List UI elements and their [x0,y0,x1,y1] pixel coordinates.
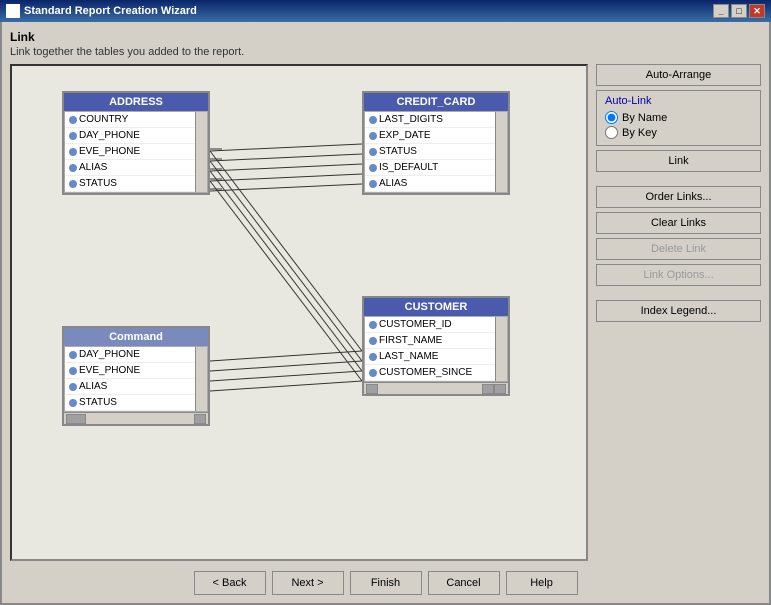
back-button[interactable]: < Back [194,571,266,595]
diagram-canvas[interactable]: ADDRESS COUNTRY DAY_PHONE EVE_PHONE ALIA… [10,64,588,561]
window-controls: _ □ ✕ [713,4,765,18]
field-row: DAY_PHONE [65,347,195,363]
table-address[interactable]: ADDRESS COUNTRY DAY_PHONE EVE_PHONE ALIA… [62,91,210,195]
delete-link-button[interactable]: Delete Link [596,238,761,260]
field-row: COUNTRY [65,112,195,128]
auto-link-title: Auto-Link [605,95,752,107]
help-button[interactable]: Help [506,571,578,595]
footer: < Back Next > Finish Cancel Help [10,567,761,595]
close-btn[interactable]: ✕ [749,4,765,18]
section-title: Link [10,30,761,44]
by-key-label: By Key [622,127,657,139]
scrollbar-v[interactable] [495,317,507,381]
next-button[interactable]: Next > [272,571,344,595]
right-panel: Auto-Arrange Auto-Link By Name By Key Li… [596,64,761,561]
scrollbar-v[interactable] [195,347,207,411]
scrollbar-v[interactable] [195,112,207,192]
table-address-header: ADDRESS [64,93,208,111]
scrollbar-v[interactable] [495,112,507,192]
field-row: STATUS [65,176,195,192]
by-name-row: By Name [605,111,752,124]
section-subtitle: Link together the tables you added to th… [10,46,761,58]
field-row: FIRST_NAME [365,333,495,349]
by-key-row: By Key [605,126,752,139]
window-title: Standard Report Creation Wizard [24,5,197,17]
field-row: STATUS [365,144,495,160]
field-row: ALIAS [365,176,495,192]
table-customer[interactable]: CUSTOMER CUSTOMER_ID FIRST_NAME LAST_NAM… [362,296,510,396]
table-command-header: Command [64,328,208,346]
maximize-btn[interactable]: □ [731,4,747,18]
field-row: IS_DEFAULT [365,160,495,176]
field-row: EXP_DATE [365,128,495,144]
field-row: EVE_PHONE [65,363,195,379]
auto-arrange-button[interactable]: Auto-Arrange [596,64,761,86]
finish-button[interactable]: Finish [350,571,422,595]
clear-links-button[interactable]: Clear Links [596,212,761,234]
by-name-label: By Name [622,112,667,124]
header-section: Link Link together the tables you added … [10,30,761,58]
cancel-button[interactable]: Cancel [428,571,500,595]
by-name-radio[interactable] [605,111,618,124]
table-credit-card-header: CREDIT_CARD [364,93,508,111]
table-credit-card[interactable]: CREDIT_CARD LAST_DIGITS EXP_DATE STATUS … [362,91,510,195]
order-links-button[interactable]: Order Links... [596,186,761,208]
field-row: LAST_DIGITS [365,112,495,128]
index-legend-button[interactable]: Index Legend... [596,300,761,322]
table-command[interactable]: Command DAY_PHONE EVE_PHONE ALIAS STATUS [62,326,210,426]
link-options-button[interactable]: Link Options... [596,264,761,286]
title-bar: 🗂 Standard Report Creation Wizard _ □ ✕ [0,0,771,22]
field-row: ALIAS [65,160,195,176]
field-row: LAST_NAME [365,349,495,365]
field-row: CUSTOMER_SINCE [365,365,495,381]
minimize-btn[interactable]: _ [713,4,729,18]
field-row: CUSTOMER_ID [365,317,495,333]
auto-link-group: Auto-Link By Name By Key [596,90,761,146]
field-row: ALIAS [65,379,195,395]
link-button[interactable]: Link [596,150,761,172]
window-icon: 🗂 [6,4,20,18]
content-area: ADDRESS COUNTRY DAY_PHONE EVE_PHONE ALIA… [10,64,761,561]
field-row: DAY_PHONE [65,128,195,144]
field-row: STATUS [65,395,195,411]
table-customer-header: CUSTOMER [364,298,508,316]
main-window: Link Link together the tables you added … [0,22,771,605]
by-key-radio[interactable] [605,126,618,139]
field-row: EVE_PHONE [65,144,195,160]
